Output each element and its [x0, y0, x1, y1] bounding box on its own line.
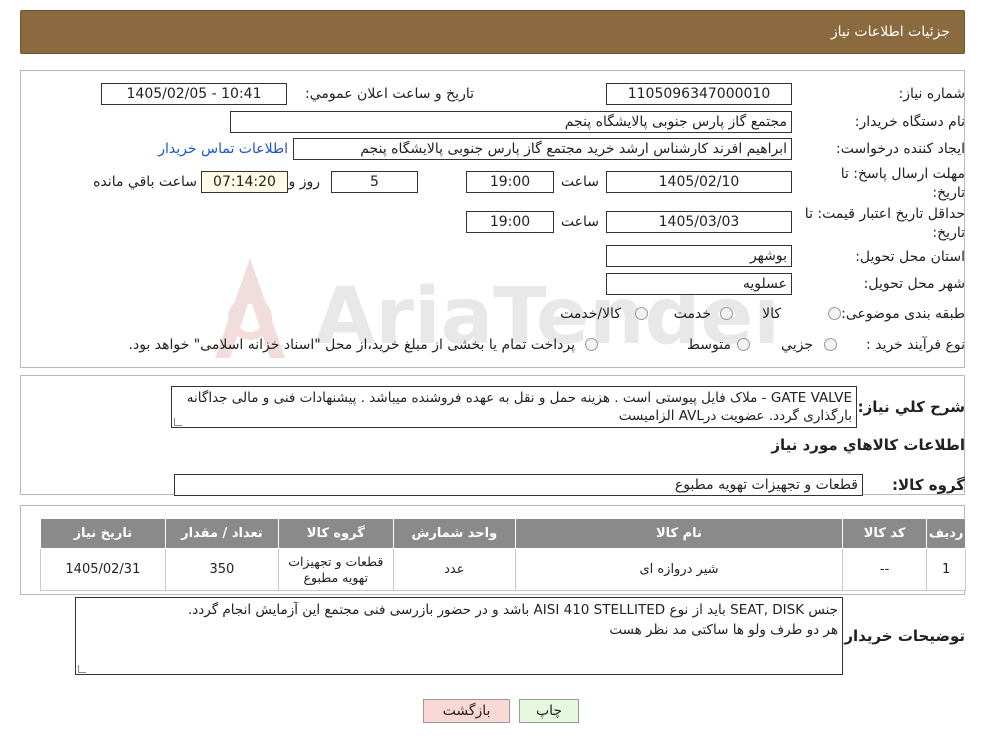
category-label: طبقه بندی موضوعی: [841, 306, 965, 322]
radio-goods[interactable] [828, 307, 841, 320]
city-label: شهر محل تحویل: [863, 276, 965, 292]
summary-textarea: GATE VALVE - ملاک فایل پیوستی است . هزین… [171, 386, 857, 428]
announce-label: تاریخ و ساعت اعلان عمومي: [305, 86, 474, 102]
items-table: ردیف کد کالا نام کالا واحد شمارش گروه کا… [40, 518, 966, 591]
validity-label: حداقل تاریخ اعتبار قیمت: تا تاریخ: [804, 206, 965, 241]
radio-goods-service[interactable] [635, 307, 648, 320]
col-code: کد کالا [841, 518, 928, 549]
city-field: عسلویه [606, 273, 792, 295]
resize-handle[interactable] [78, 665, 86, 673]
goods-group-field: قطعات و تجهیزات تهویه مطبوع [174, 474, 863, 496]
buyer-notes-textarea: جنس SEAT, DISK باید از نوع AISI 410 STEL… [75, 597, 843, 675]
days-word: روز و [288, 174, 321, 190]
deadline-time-field: 19:00 [466, 171, 554, 193]
buyer-org-label: نام دستگاه خریدار: [854, 114, 965, 130]
buyer-notes-line1: جنس SEAT, DISK باید از نوع AISI 410 STEL… [187, 602, 838, 618]
radio-partial[interactable] [824, 338, 837, 351]
cell-code: -- [841, 548, 928, 591]
province-label: استان محل تحویل: [855, 249, 965, 265]
creator-label: ایجاد کننده درخواست: [836, 141, 965, 157]
process-label: نوع فرآیند خرید : [866, 337, 965, 353]
buyer-org-field: مجتمع گاز پارس جنوبی پالایشگاه پنجم [230, 111, 792, 133]
back-button[interactable]: بازگشت [423, 699, 510, 723]
validity-date-field: 1405/03/03 [606, 211, 792, 233]
col-unit: واحد شمارش [392, 518, 517, 549]
radio-medium-label: متوسط [687, 337, 731, 353]
col-group: گروه کالا [278, 518, 394, 549]
col-date: تاریخ نیاز [40, 518, 166, 549]
cell-name: شیر دروازه ای [515, 548, 843, 591]
validity-time-word: ساعت [560, 214, 599, 230]
announce-field: 1405/02/05 - 10:41 [101, 83, 287, 105]
print-button[interactable]: چاپ [519, 699, 579, 723]
cell-row: 1 [926, 548, 966, 591]
page-header: جزئیات اطلاعات نیاز [20, 10, 965, 54]
process-note: پرداخت تمام یا بخشی از مبلغ خرید،از محل … [128, 337, 575, 353]
col-qty: تعداد / مقدار [164, 518, 280, 549]
cell-group: قطعات و تجهیزات تهویه مطبوع [278, 548, 394, 591]
province-field: بوشهر [606, 245, 792, 267]
creator-field: ابراهیم افرند کارشناس ارشد خرید مجتمع گا… [293, 138, 792, 160]
need-number-field: 1105096347000010 [606, 83, 792, 105]
cell-qty: 350 [164, 548, 280, 591]
table-row: 1 -- شیر دروازه ای عدد قطعات و تجهیزات ت… [40, 548, 966, 591]
deadline-time-word: ساعت [560, 174, 599, 190]
radio-service[interactable] [720, 307, 733, 320]
table-header-row: ردیف کد کالا نام کالا واحد شمارش گروه کا… [40, 518, 966, 549]
remaining-word: ساعت باقي مانده [93, 174, 197, 190]
buyer-notes-line2: هر دو طرف ولو ها ساکتی مد نظر هست [609, 622, 838, 638]
validity-time-field: 19:00 [466, 211, 554, 233]
buyer-notes-label: توضیحات خریدار: [838, 627, 965, 645]
radio-medium[interactable] [737, 338, 750, 351]
cell-unit: عدد [392, 548, 517, 591]
remaining-time-field: 07:14:20 [201, 171, 288, 193]
summary-text: GATE VALVE - ملاک فایل پیوستی است . هزین… [186, 390, 852, 424]
radio-partial-label: جزیي [781, 337, 813, 353]
resize-handle[interactable] [174, 418, 182, 426]
deadline-label: مهلت ارسال پاسخ: تا تاریخ: [840, 166, 965, 201]
col-row: ردیف [926, 518, 966, 549]
need-number-label: شماره نیاز: [898, 86, 966, 102]
deadline-date-field: 1405/02/10 [606, 171, 792, 193]
summary-label: شرح کلي نیاز: [857, 398, 965, 416]
goods-group-label: گروه کالا: [892, 476, 965, 494]
days-field: 5 [331, 171, 418, 193]
radio-goods-service-label: کالا/خدمت [560, 306, 621, 322]
radio-service-label: خدمت [673, 306, 711, 322]
radio-treasury[interactable] [585, 338, 598, 351]
goods-section-title: اطلاعات کالاهاي مورد نیاز [771, 436, 965, 454]
col-name: نام کالا [515, 518, 843, 549]
cell-date: 1405/02/31 [40, 548, 166, 591]
radio-goods-label: کالا [762, 306, 781, 322]
page-title: جزئیات اطلاعات نیاز [830, 24, 950, 40]
buyer-contact-link[interactable]: اطلاعات تماس خریدار [158, 141, 288, 157]
